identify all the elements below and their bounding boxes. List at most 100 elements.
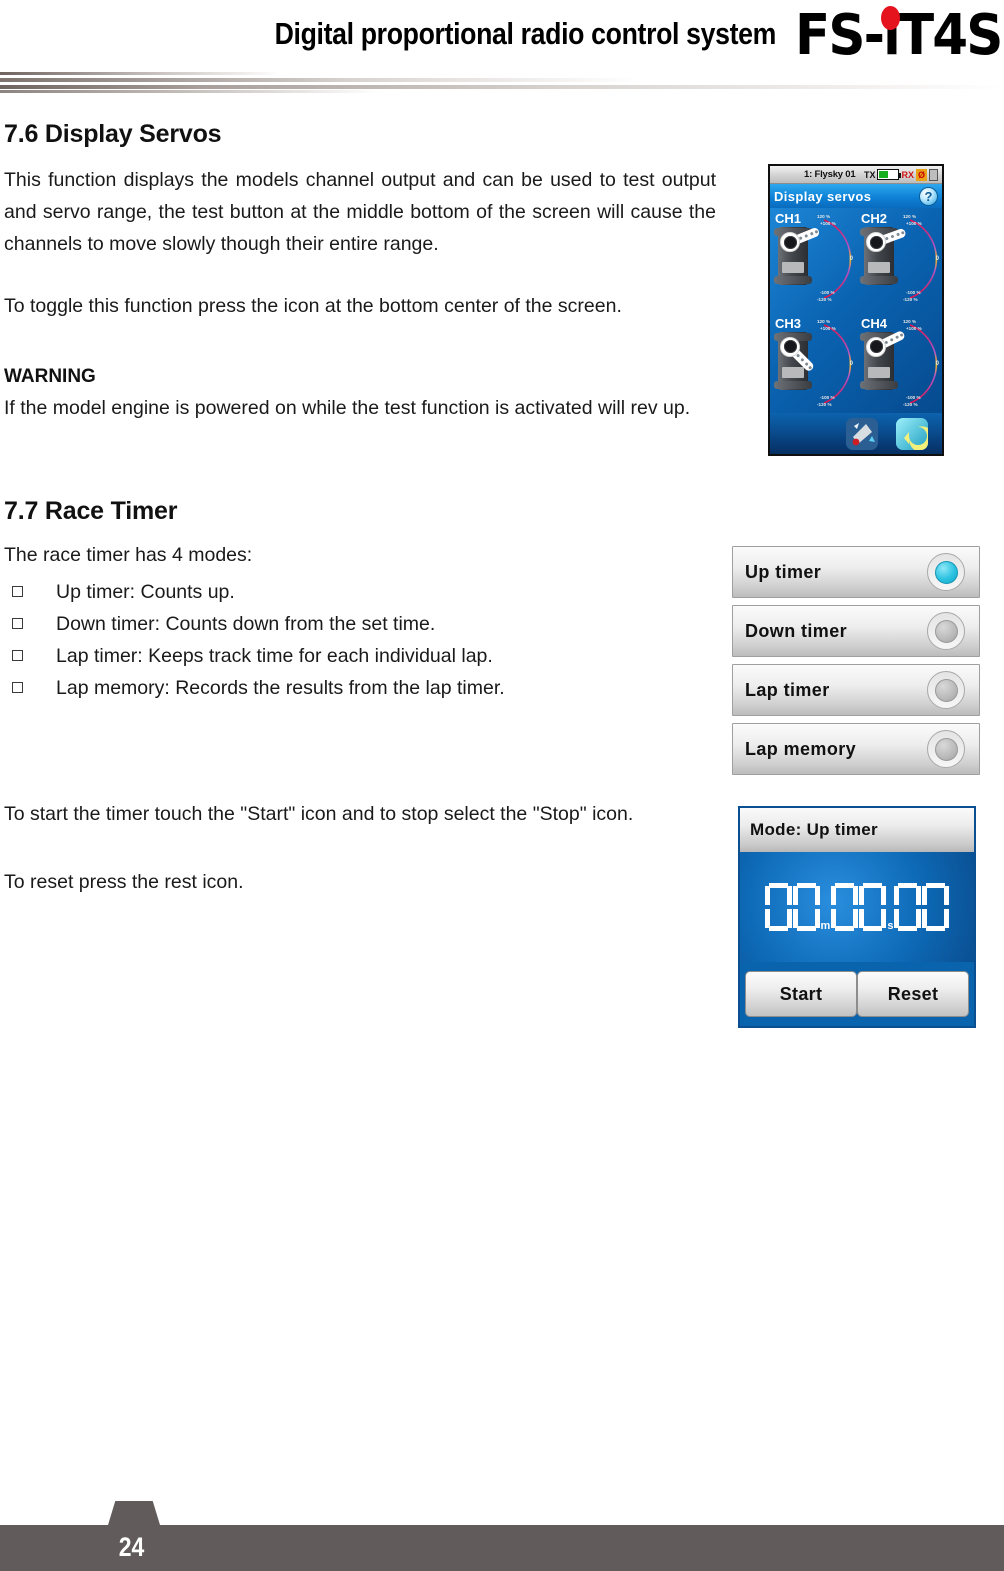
- mode-label: Lap memory: [745, 738, 857, 759]
- channel-label: CH2: [861, 211, 888, 226]
- device-screen-title: Display servos: [774, 188, 872, 204]
- list-item-label: Up timer: Counts up.: [56, 581, 235, 603]
- rule-line: [0, 78, 640, 82]
- model-name-label: 1: Flysky 01: [804, 169, 856, 180]
- minute-unit-label: m: [820, 920, 831, 932]
- warning-label: WARNING: [4, 366, 96, 387]
- timer-digit: [922, 883, 950, 931]
- paragraph-start-stop: To start the timer touch the "Start" ico…: [4, 803, 634, 825]
- paragraph-display-servos-2: To toggle this function press the icon a…: [4, 295, 622, 317]
- mode-label: Lap timer: [745, 679, 830, 700]
- servo-channel-ch2: CH2 120 % +100 % 0 -100 % -120 %: [856, 208, 942, 313]
- page-number: 24: [118, 1532, 145, 1562]
- list-item-label: Down timer: Counts down from the set tim…: [56, 613, 436, 635]
- no-signal-icon: Ø: [916, 168, 927, 181]
- tx-battery-icon: [877, 169, 902, 180]
- brand-logo: FS-iT4S: [777, 6, 1004, 70]
- gauge-zero: 0: [935, 360, 939, 367]
- mode-label: Down timer: [745, 620, 848, 641]
- tx-label: TX: [863, 169, 876, 180]
- list-item: Lap timer: Keeps track time for each ind…: [12, 640, 712, 672]
- servo-hub-icon: [866, 232, 886, 252]
- device-bottom-bar: [770, 413, 942, 454]
- gauge-bottom-outer: -120 %: [817, 401, 832, 407]
- rule-line: [0, 85, 1004, 89]
- test-servo-icon[interactable]: [846, 418, 878, 450]
- gauge-top-inner: +100 %: [906, 221, 922, 226]
- bullet-square-icon: [12, 650, 23, 661]
- help-icon[interactable]: ?: [919, 186, 938, 206]
- gauge-bottom-inner: -100 %: [820, 290, 835, 295]
- list-item: Up timer: Counts up.: [12, 576, 712, 608]
- gauge-bottom-inner: -100 %: [906, 290, 921, 295]
- bullet-square-icon: [12, 586, 23, 597]
- second-unit-label: s: [887, 920, 894, 932]
- radio-down-timer[interactable]: [927, 612, 965, 650]
- warning-text: If the model engine is powered on while …: [4, 397, 691, 419]
- return-icon[interactable]: [896, 418, 928, 450]
- timer-digit-display: m s: [740, 852, 974, 962]
- rx-label: RX: [901, 169, 914, 180]
- header-title: Digital proportional radio control syste…: [274, 16, 777, 51]
- servo-hub-icon: [780, 336, 800, 357]
- reset-button[interactable]: Reset: [857, 971, 969, 1017]
- servo-channel-ch4: CH4 120 % +100 % 0 -100 % -120 %: [856, 313, 942, 418]
- gauge-bottom-outer: -120 %: [903, 297, 918, 302]
- gauge-bottom-outer: -120 %: [817, 297, 832, 302]
- timer-digit: [792, 883, 820, 931]
- race-timer-mode-list: Up timer: Counts up. Down timer: Counts …: [12, 576, 712, 704]
- header-rules: [0, 72, 1004, 94]
- timer-mode-selector: Up timer Down timer Lap timer Lap memory: [732, 546, 980, 782]
- logo-prefix: FS-: [795, 3, 885, 68]
- gauge-top-outer: 120 %: [817, 318, 831, 324]
- page-footer: 24: [0, 1501, 1004, 1571]
- list-item-label: Lap timer: Keeps track time for each ind…: [56, 645, 493, 667]
- radio-lap-timer[interactable]: [927, 671, 965, 709]
- channel-label: CH1: [775, 211, 802, 226]
- servo-channel-grid: CH1 120 % +100 % 0 -100 % -120 % CH2 120…: [770, 208, 942, 417]
- timer-digit: [894, 883, 922, 931]
- heading-display-servos: 7.6 Display Servos: [4, 120, 222, 148]
- radio-up-timer[interactable]: [927, 553, 965, 591]
- gauge-bottom-inner: -100 %: [906, 394, 921, 400]
- paragraph-display-servos-1: This function displays the models channe…: [4, 169, 716, 255]
- start-button[interactable]: Start: [745, 971, 857, 1017]
- gauge-top-outer: 120 %: [817, 214, 831, 219]
- page-header: Digital proportional radio control syste…: [0, 0, 1004, 100]
- list-item: Down timer: Counts down from the set tim…: [12, 608, 712, 640]
- mode-row-up-timer[interactable]: Up timer: [732, 546, 980, 598]
- timer-digit: [764, 883, 792, 931]
- channel-label: CH4: [861, 315, 888, 331]
- gauge-bottom-outer: -120 %: [903, 401, 918, 407]
- gauge-top-outer: 120 %: [903, 214, 917, 219]
- paragraph-race-timer-intro: The race timer has 4 modes:: [4, 544, 253, 566]
- servo-range-gauge: 120 % +100 % 0 -100 % -120 %: [896, 317, 940, 411]
- device-status-bar: 1: Flysky 01 TX RX Ø: [770, 166, 942, 184]
- paragraph-reset: To reset press the rest icon.: [4, 871, 244, 893]
- rule-line: [0, 90, 380, 93]
- mode-row-lap-memory[interactable]: Lap memory: [732, 723, 980, 775]
- heading-race-timer: 7.7 Race Timer: [4, 497, 178, 525]
- gauge-bottom-inner: -100 %: [820, 394, 835, 400]
- radio-lap-memory[interactable]: [927, 730, 965, 768]
- gauge-zero: 0: [849, 256, 853, 262]
- manual-page: Digital proportional radio control syste…: [0, 0, 1004, 1571]
- timer-mode-header: Mode: Up timer: [740, 808, 974, 852]
- mode-label: Up timer: [745, 561, 822, 582]
- servo-channel-ch3: CH3 120 % +100 % 0 -100 % -120 %: [770, 313, 856, 418]
- servo-hub-icon: [866, 336, 886, 357]
- mode-row-lap-timer[interactable]: Lap timer: [732, 664, 980, 716]
- device-title-bar: Display servos ?: [770, 184, 942, 208]
- race-timer-screenshot: Mode: Up timer m s Start Reset: [738, 806, 976, 1028]
- rule-line: [0, 72, 280, 75]
- status-indicators: TX RX Ø: [863, 168, 938, 181]
- gauge-top-outer: 120 %: [903, 318, 917, 324]
- gauge-top-inner: +100 %: [820, 221, 836, 226]
- servo-range-gauge: 120 % +100 % 0 -100 % -120 %: [810, 317, 854, 411]
- servo-range-gauge: 120 % +100 % 0 -100 % -120 %: [896, 212, 940, 306]
- servo-hub-icon: [780, 232, 800, 252]
- gauge-top-inner: +100 %: [906, 325, 922, 331]
- logo-suffix: iT4S: [883, 3, 1004, 68]
- bullet-square-icon: [12, 682, 23, 693]
- mode-row-down-timer[interactable]: Down timer: [732, 605, 980, 657]
